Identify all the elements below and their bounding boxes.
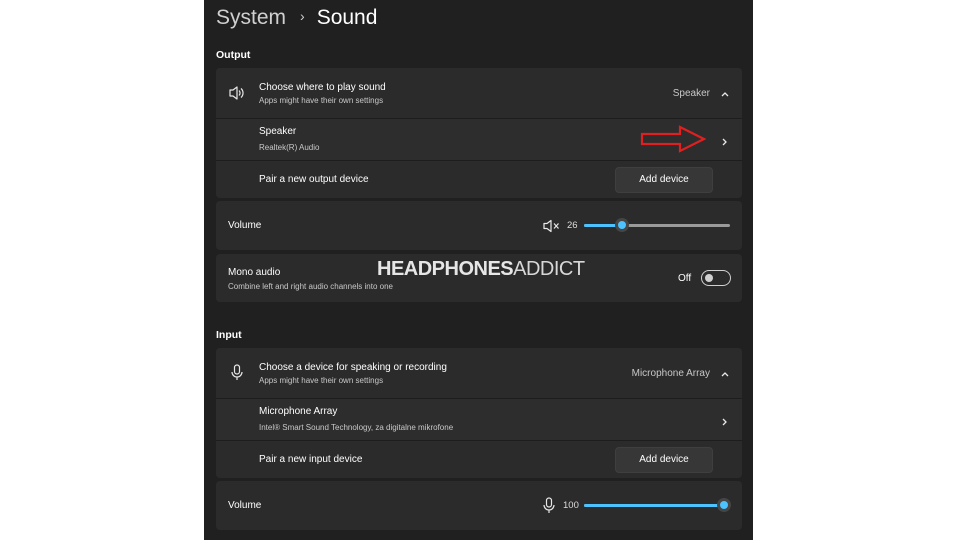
input-device-detail: Intel® Smart Sound Technology, za digita… <box>259 423 454 432</box>
choose-output-row[interactable]: Choose where to play sound Apps might ha… <box>216 68 742 118</box>
input-volume-label: Volume <box>228 500 262 511</box>
input-device-card: Choose a device for speaking or recordin… <box>216 348 742 478</box>
output-device-speaker[interactable]: Speaker Realtek(R) Audio <box>216 119 742 160</box>
pair-output-row: Pair a new output device Add device <box>216 161 742 198</box>
pair-input-row: Pair a new input device Add device <box>216 441 742 478</box>
selected-input-device: Microphone Array <box>631 368 710 379</box>
input-volume-card: Volume 100 <box>216 481 742 530</box>
input-volume-value: 100 <box>563 500 579 511</box>
pair-output-label: Pair a new output device <box>259 174 369 185</box>
chevron-up-icon[interactable] <box>720 86 730 104</box>
output-volume-label: Volume <box>228 220 262 231</box>
choose-output-title: Choose where to play sound <box>259 82 386 93</box>
input-volume-slider[interactable] <box>584 498 731 512</box>
output-volume-value: 26 <box>567 220 578 231</box>
output-volume-slider[interactable] <box>584 218 730 232</box>
chevron-right-icon[interactable] <box>720 134 730 152</box>
chevron-right-icon[interactable] <box>720 414 730 432</box>
choose-output-subtitle: Apps might have their own settings <box>259 96 384 105</box>
chevron-up-icon[interactable] <box>720 366 730 384</box>
speaker-icon <box>228 85 246 106</box>
toggle-knob <box>705 274 713 282</box>
output-device-card: Choose where to play sound Apps might ha… <box>216 68 742 198</box>
mono-audio-toggle[interactable] <box>701 270 731 286</box>
slider-thumb[interactable] <box>717 498 731 512</box>
add-output-device-button[interactable]: Add device <box>615 167 713 193</box>
slider-thumb[interactable] <box>614 218 629 232</box>
microphone-icon <box>230 364 244 387</box>
add-input-device-button[interactable]: Add device <box>615 447 713 473</box>
input-section-label: Input <box>216 329 242 341</box>
slider-fill <box>584 504 724 507</box>
mono-audio-state: Off <box>678 273 692 284</box>
microphone-icon[interactable] <box>542 497 556 520</box>
breadcrumb-current: Sound <box>316 6 378 29</box>
choose-input-row[interactable]: Choose a device for speaking or recordin… <box>216 348 742 398</box>
selected-output-device: Speaker <box>672 88 710 99</box>
choose-input-title: Choose a device for speaking or recordin… <box>259 362 447 373</box>
watermark-logo: HEADPHONESADDICT <box>377 258 585 280</box>
mono-audio-subtitle: Combine left and right audio channels in… <box>228 282 393 291</box>
breadcrumb-system[interactable]: System <box>216 6 286 29</box>
page-title: System › Sound <box>216 6 377 30</box>
output-device-detail: Realtek(R) Audio <box>259 143 320 152</box>
output-volume-card: Volume 26 <box>216 201 742 250</box>
choose-input-subtitle: Apps might have their own settings <box>259 376 384 385</box>
red-arrow-icon <box>640 125 707 158</box>
output-section-label: Output <box>216 49 251 61</box>
input-device-name: Microphone Array <box>259 406 338 417</box>
breadcrumb-separator: › <box>300 8 305 24</box>
mono-audio-title: Mono audio <box>228 267 281 278</box>
pair-input-label: Pair a new input device <box>259 454 363 465</box>
output-device-name: Speaker <box>259 126 297 137</box>
speaker-muted-icon[interactable] <box>543 219 561 238</box>
input-device-microphone[interactable]: Microphone Array Intel® Smart Sound Tech… <box>216 399 742 440</box>
